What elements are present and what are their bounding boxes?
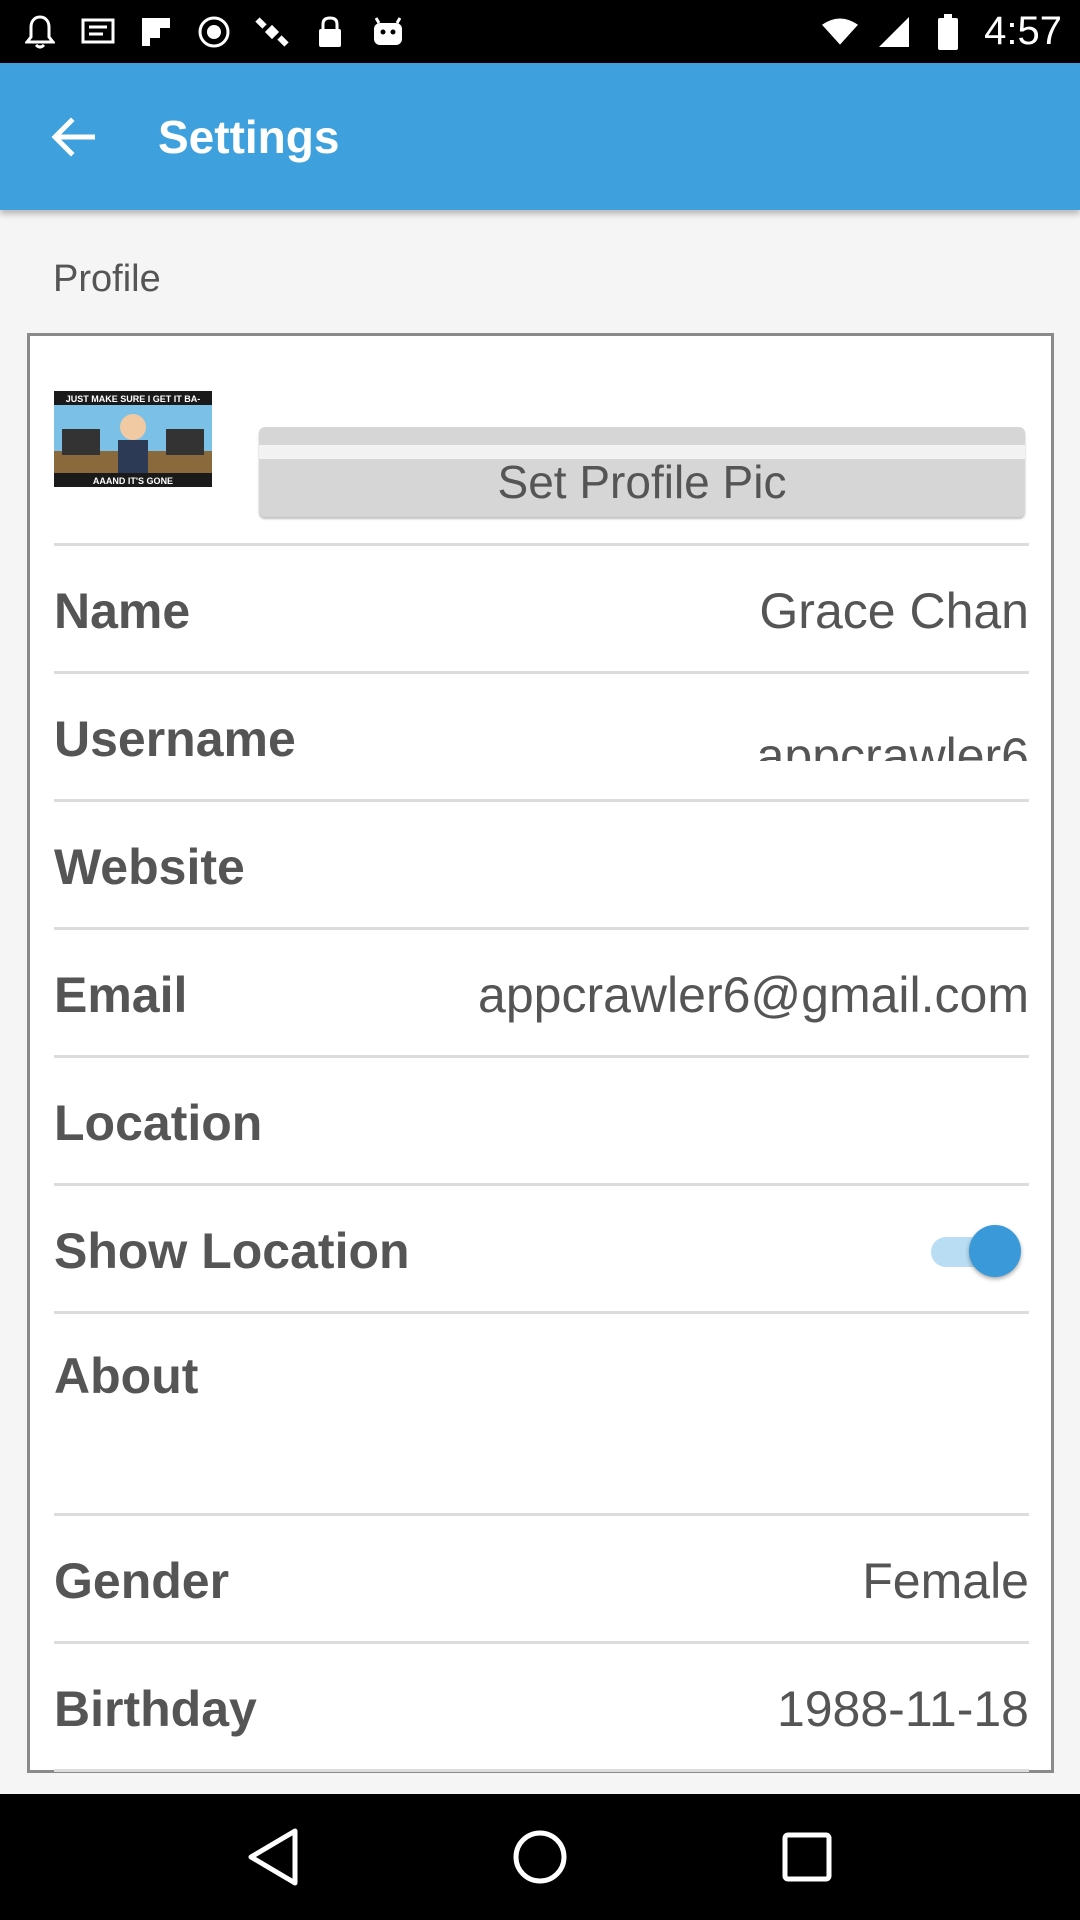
profile-picture[interactable]: JUST MAKE SURE I GET IT BA- AAAND IT'S G… [54,391,212,487]
divider [54,799,1029,802]
about-row[interactable]: About [54,1315,1029,1513]
website-row[interactable]: Website [54,803,1029,931]
message-icon [80,14,116,50]
flipboard-icon [138,14,174,50]
wifi-icon [822,14,859,50]
show-location-row: Show Location [54,1187,1029,1315]
app-bar: Settings [0,63,1080,210]
no-disturb-icon [196,14,232,50]
recents-square-icon [782,1832,832,1882]
divider [54,671,1029,674]
profile-picture-row: JUST MAKE SURE I GET IT BA- AAAND IT'S G… [54,391,1029,541]
gender-value: Female [862,1553,1029,1609]
arrow-left-icon [51,116,95,157]
divider [54,1055,1029,1058]
divider [54,1183,1029,1186]
gender-label: Gender [54,1553,230,1609]
divider [54,1311,1029,1314]
location-label: Location [54,1095,263,1151]
set-profile-pic-label: Set Profile Pic [497,456,787,508]
nav-recents-button[interactable] [767,1817,847,1897]
email-value: appcrawler6@gmail.com [478,967,1029,1023]
back-button[interactable] [23,87,123,187]
navigation-bar [0,1794,1080,1920]
location-row[interactable]: Location [54,1059,1029,1187]
status-icons [0,0,406,63]
clock: 4:57 [984,9,1062,53]
home-circle-icon [513,1830,567,1884]
name-label: Name [54,583,191,639]
nav-back-button[interactable] [233,1817,313,1897]
birthday-value: 1988-11-18 [776,1681,1029,1737]
page-title: Settings [158,110,340,163]
show-location-label: Show Location [54,1223,410,1279]
divider [54,1513,1029,1516]
show-location-toggle[interactable] [931,1221,1021,1281]
username-value-clip: appcrawler6 [757,717,1029,761]
about-label: About [54,1348,199,1404]
notification-icon [22,14,58,50]
picture-caption-top: JUST MAKE SURE I GET IT BA- [66,394,201,404]
email-row[interactable]: Email appcrawler6@gmail.com [54,931,1029,1059]
birthday-row[interactable]: Birthday 1988-11-18 [54,1645,1029,1773]
gender-row[interactable]: Gender Female [54,1517,1029,1645]
profile-card: JUST MAKE SURE I GET IT BA- AAAND IT'S G… [27,333,1054,1773]
back-triangle-icon [248,1828,298,1886]
nav-home-button[interactable] [500,1817,580,1897]
android-icon [370,14,406,50]
username-row[interactable]: Username appcrawler6 [54,675,1029,803]
name-value: Grace Chan [759,583,1029,639]
name-row[interactable]: Name Grace Chan [54,547,1029,675]
lock-icon [312,14,348,50]
website-label: Website [54,839,245,895]
username-label: Username [54,711,296,767]
signal-icon [876,14,912,50]
username-value: appcrawler6 [756,728,1029,761]
profile-picture-image: JUST MAKE SURE I GET IT BA- AAAND IT'S G… [54,391,212,487]
set-profile-pic-button[interactable]: Set Profile Pic [259,427,1025,517]
picture-caption-bottom: AAAND IT'S GONE [93,476,173,486]
divider [54,927,1029,930]
email-label: Email [54,967,188,1023]
status-bar: 4:57 [0,0,1080,63]
section-label-profile: Profile [53,258,161,300]
battery-icon [930,13,966,50]
toggle-thumb [969,1225,1021,1277]
birthday-label: Birthday [54,1681,257,1737]
divider [54,1641,1029,1644]
divider [54,1769,1029,1772]
status-right: 4:57 [822,0,1062,63]
divider [54,543,1029,546]
satellite-icon [254,14,290,50]
